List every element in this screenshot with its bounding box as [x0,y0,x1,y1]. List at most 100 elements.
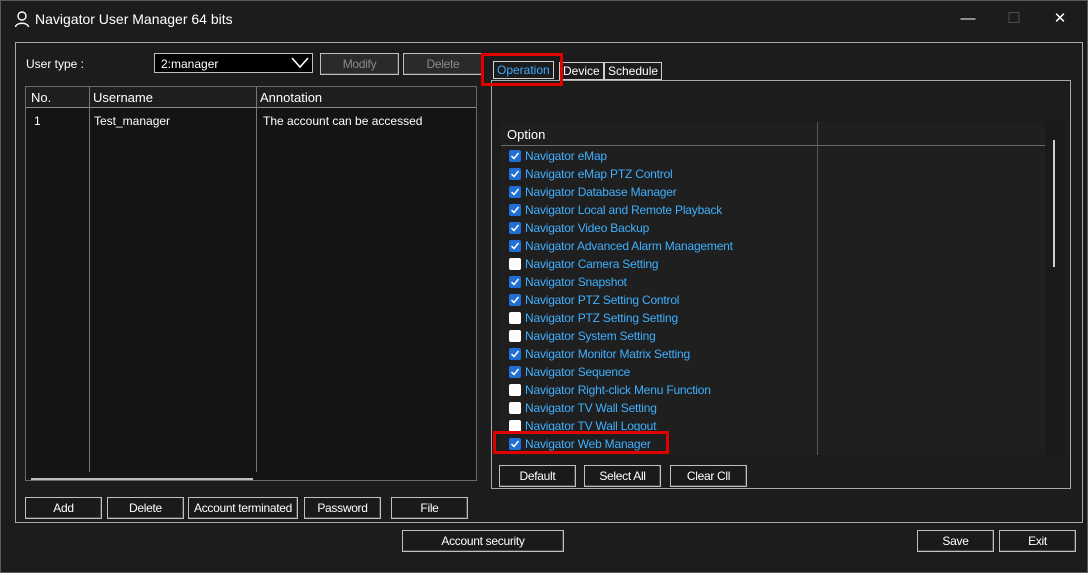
account-security-button[interactable]: Account security [402,530,564,552]
highlight-web-manager [493,431,669,454]
minimize-button[interactable]: — [945,1,991,37]
checkbox-checked[interactable] [509,222,521,234]
checkmark-icon [510,242,520,250]
delete-user-type-button[interactable]: Delete [403,53,483,75]
title-bar: Navigator User Manager 64 bits — ☐ ✕ [1,1,1087,37]
option-row[interactable]: Navigator Snapshot [509,274,809,292]
option-label: Navigator Video Backup [525,221,650,235]
column-header-username: Username [93,90,153,105]
tab-device[interactable]: Device [559,62,604,80]
chevron-down-icon [291,57,309,69]
save-button[interactable]: Save [917,530,994,552]
row-username: Test_manager [94,114,171,128]
select-all-button[interactable]: Select All [584,465,661,487]
checkbox-checked[interactable] [509,348,521,360]
tab-schedule[interactable]: Schedule [604,62,663,80]
maximize-button[interactable]: ☐ [991,1,1037,37]
option-label: Navigator System Setting [525,329,656,343]
checkbox-checked[interactable] [509,276,521,288]
checkmark-icon [510,206,520,214]
password-button[interactable]: Password [304,497,381,519]
option-label: Navigator PTZ Setting Control [525,293,680,307]
horizontal-scrollbar[interactable] [31,478,253,480]
option-label: Navigator TV Wall Setting [525,401,657,415]
option-row[interactable]: Navigator Local and Remote Playback [509,202,809,220]
table-header: No. Username Annotation [26,87,476,108]
checkbox-unchecked[interactable] [509,402,521,414]
option-row[interactable]: Navigator Advanced Alarm Management [509,238,809,256]
account-terminated-button[interactable]: Account terminated [188,497,298,519]
column-divider [256,87,257,472]
add-button[interactable]: Add [25,497,102,519]
window-title: Navigator User Manager 64 bits [35,11,233,27]
close-button[interactable]: ✕ [1037,1,1083,37]
option-row[interactable]: Navigator eMap [509,148,809,166]
checkbox-unchecked[interactable] [509,312,521,324]
option-label: Navigator Snapshot [525,275,627,289]
option-label: Navigator Advanced Alarm Management [525,239,733,253]
option-label: Navigator Right-click Menu Function [525,383,711,397]
checkmark-icon [510,350,520,358]
options-header: Option [501,122,1046,146]
option-label: Navigator Monitor Matrix Setting [525,347,690,361]
option-row[interactable]: Navigator System Setting [509,328,809,346]
option-row[interactable]: Navigator Monitor Matrix Setting [509,346,809,364]
checkmark-icon [510,188,520,196]
checkbox-unchecked[interactable] [509,384,521,396]
checkmark-icon [510,368,520,376]
option-row[interactable]: Navigator Video Backup [509,220,809,238]
exit-button[interactable]: Exit [999,530,1076,552]
option-row[interactable]: Navigator Right-click Menu Function [509,382,809,400]
option-row[interactable]: Navigator Sequence [509,364,809,382]
checkmark-icon [510,224,520,232]
checkbox-checked[interactable] [509,294,521,306]
options-list: Option Navigator eMap Navigator eMap PTZ … [501,122,1046,455]
option-row[interactable]: Navigator eMap PTZ Control [509,166,809,184]
user-type-label: User type : [26,57,85,71]
checkmark-icon [510,152,520,160]
option-label: Navigator Database Manager [525,185,677,199]
option-row[interactable]: Navigator TV Wall Setting [509,400,809,418]
default-button[interactable]: Default [499,465,576,487]
options-header-label: Option [507,127,546,142]
user-type-select[interactable]: 2:manager [154,53,313,73]
row-no: 1 [34,114,41,128]
option-label: Navigator Local and Remote Playback [525,203,723,217]
option-row[interactable]: Navigator Camera Setting [509,256,809,274]
checkbox-checked[interactable] [509,168,521,180]
option-row[interactable]: Navigator PTZ Setting Setting [509,310,809,328]
option-label: Navigator eMap [525,149,607,163]
option-label: Navigator PTZ Setting Setting [525,311,678,325]
column-header-annotation: Annotation [260,90,323,105]
clear-all-button[interactable]: Clear Cll [670,465,747,487]
checkbox-checked[interactable] [509,366,521,378]
checkbox-checked[interactable] [509,186,521,198]
checkmark-icon [510,278,520,286]
file-button[interactable]: File [391,497,468,519]
highlight-operation-tab [481,53,563,86]
options-column-divider [817,122,818,455]
delete-account-button[interactable]: Delete [107,497,184,519]
column-header-no: No. [31,90,52,105]
checkmark-icon [510,170,520,178]
checkmark-icon [510,296,520,304]
vertical-scrollbar[interactable] [1045,122,1065,455]
scrollbar-thumb[interactable] [1053,140,1055,267]
row-annotation: The account can be accessed [263,114,423,128]
checkbox-checked[interactable] [509,204,521,216]
checkbox-unchecked[interactable] [509,258,521,270]
option-label: Navigator Camera Setting [525,257,659,271]
column-divider [89,87,90,472]
option-label: Navigator Sequence [525,365,631,379]
modify-button[interactable]: Modify [320,53,399,75]
accounts-table: No. Username Annotation 1 Test_manager T… [25,86,477,481]
option-row[interactable]: Navigator PTZ Setting Control [509,292,809,310]
checkbox-checked[interactable] [509,240,521,252]
option-row[interactable]: Navigator Database Manager [509,184,809,202]
user-type-value: 2:manager [161,57,219,71]
option-label: Navigator eMap PTZ Control [525,167,673,181]
user-icon [14,11,30,28]
checkbox-checked[interactable] [509,150,521,162]
user-manager-window: Navigator User Manager 64 bits — ☐ ✕ Use… [0,0,1088,573]
checkbox-unchecked[interactable] [509,330,521,342]
